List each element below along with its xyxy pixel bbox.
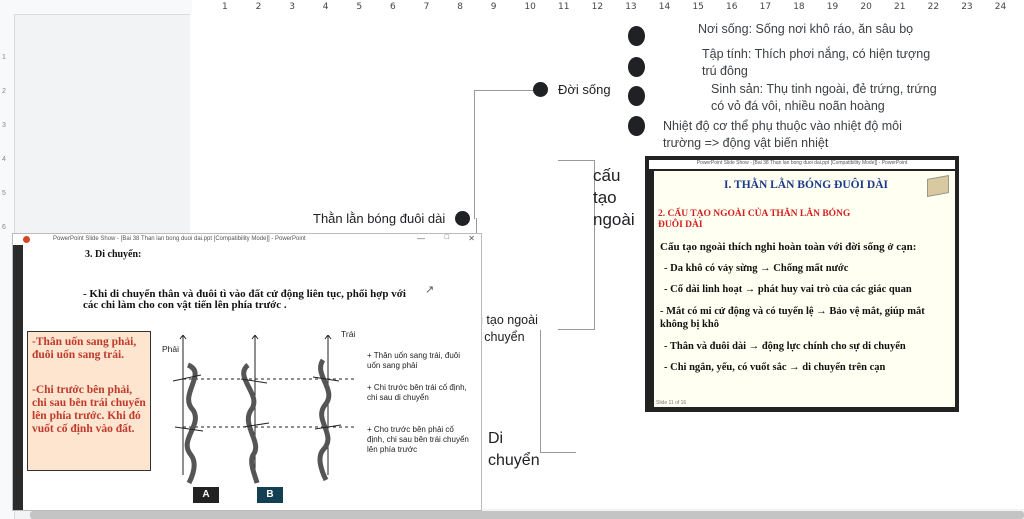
ruler-mark: 22 [927,2,940,12]
restore-icon[interactable]: □ [445,234,449,241]
window-left-frame [13,245,23,510]
cursor-icon: ↗ [425,284,435,296]
ruler-mark: 17 [759,2,772,12]
ruler-mark: 20 [860,2,872,12]
partial-label-structure[interactable]: u tạo ngoài [476,313,538,327]
slide-item: - Cổ dài linh hoạt → phát huy vai trò củ… [664,284,912,295]
info-box: -Thân uốn sang phải, đuôi uốn sang trái.… [27,331,151,471]
slide-content: 3. Di chuyển: - Khi di chuyển thân và đu… [23,245,481,510]
leaf-habitat[interactable]: Nơi sống: Sống nơi khô ráo, ăn sâu bọ [698,21,978,38]
structure-node-label[interactable]: cấu tạo ngoài [593,165,643,231]
leaf-dot-3[interactable] [628,86,645,106]
window-titlebar: PowerPoint Slide Show - [Bai 38 Than lan… [13,234,481,245]
info-box-text: -Chi trước bên phải, chi sau bên trái ch… [32,384,146,435]
leaf-dot-2[interactable] [628,57,645,77]
ruler-mark: 23 [961,2,973,12]
horizontal-scrollbar[interactable] [30,511,1024,519]
top-ruler: 1 2 3 4 5 6 7 8 9 10 11 12 13 14 15 16 17 18 19 20 21 22 23 24 [0,0,1024,15]
powerpoint-icon [23,236,30,243]
window-title: PowerPoint Slide Show - [Bai 38 Than lan… [696,160,908,166]
ruler-mark: 5 [356,2,363,12]
ruler-mark: 10 [524,2,536,12]
lizard-movement-diagram [172,335,355,485]
ruler-mark: 4 [322,2,329,12]
close-icon[interactable]: ✕ [468,234,475,243]
leaf-reproduction[interactable]: Sinh sản: Thụ tinh ngoài, đẻ trứng, trứn… [711,81,951,115]
slide-paragraph: - Khi di chuyển thân và đuôi tì vào đất … [83,288,406,311]
slide-number: Slide 11 of 16 [656,400,687,406]
life-node-dot[interactable] [533,82,548,97]
slide-item: - Thân và đuôi dài → động lực chính cho … [664,341,906,352]
slide-item: - Chi ngắn, yếu, có vuốt sắc → di chuyển… [664,362,886,373]
label-tag-b: B [257,487,283,503]
root-node-dot[interactable] [455,211,470,226]
ruler-mark: 8 [457,2,463,12]
slide-content: I. THẰN LẰN BÓNG ĐUÔI DÀI 2. CẤU TẠO NGO… [654,171,955,407]
ruler-mark: 21 [894,2,906,12]
ruler-mark: 18 [793,2,805,12]
slide-window-movement[interactable]: PowerPoint Slide Show - [Bai 38 Than lan… [12,233,482,511]
info-box-text: -Thân uốn sang phải, đuôi uốn sang trái. [32,336,137,361]
ruler-mark: 12 [591,2,604,12]
slide-subheading: 2. CẤU TẠO NGOÀI CỦA THẰN LẰN BÓNG ĐUÔI … [658,209,851,230]
leaf-temperature[interactable]: Nhiệt độ cơ thể phụ thuộc vào nhiệt độ m… [663,118,933,152]
partial-label-movement[interactable]: i chuyển [478,330,525,344]
slide-heading: I. THẰN LẰN BÓNG ĐUÔI DÀI [724,179,889,191]
slide-item: - Mắt có mi cử động và có tuyến lệ → Bảo… [660,306,925,330]
ruler-mark: 7 [423,2,430,12]
ruler-mark: 2 [255,2,262,12]
ruler-mark: 1 [222,2,228,12]
ruler-mark: 9 [490,2,497,12]
movement-note: + Cho trước bên phải cố định, chi sau bê… [367,425,469,454]
book-icon [927,175,949,197]
connector [474,90,509,219]
slide-intro: Cấu tạo ngoài thích nghi hoàn toàn với đ… [660,241,917,253]
leaf-dot-4[interactable] [628,116,645,136]
connector [558,160,595,330]
slide-item: - Da khô có vảy sừng → Chống mất nước [664,263,849,274]
minimize-icon[interactable]: — [417,234,425,243]
ruler-mark: 19 [826,2,839,12]
ruler-mark: 13 [625,2,637,12]
movement-note: + Thân uốn sang trái, đuôi uốn sang phải [367,351,461,370]
root-node-label[interactable]: Thằn lằn bóng đuôi dài [313,211,445,226]
leaf-behavior[interactable]: Tập tính: Thích phơi nắng, có hiện tượng… [702,46,942,80]
movement-note: + Chi trước bên trái cố định, chi sau di… [367,383,467,402]
ruler-mark: 24 [994,2,1007,12]
ruler-mark: 3 [289,2,295,12]
slide-heading: 3. Di chuyển: [85,249,142,260]
ruler-mark: 11 [558,2,570,12]
ruler-mark: 14 [658,2,671,12]
life-node-label[interactable]: Đời sống [558,82,611,97]
label-tag-a: A [193,487,219,503]
ruler-mark: 6 [390,2,396,12]
leaf-dot-1[interactable] [628,26,645,46]
slide-window-structure[interactable]: PowerPoint Slide Show - [Bai 38 Than lan… [645,156,959,412]
ruler-mark: 15 [692,2,704,12]
window-title: PowerPoint Slide Show - [Bai 38 Than lan… [53,236,306,242]
movement-node-label[interactable]: Di chuyển [488,428,548,472]
ruler-mark: 16 [726,2,738,12]
